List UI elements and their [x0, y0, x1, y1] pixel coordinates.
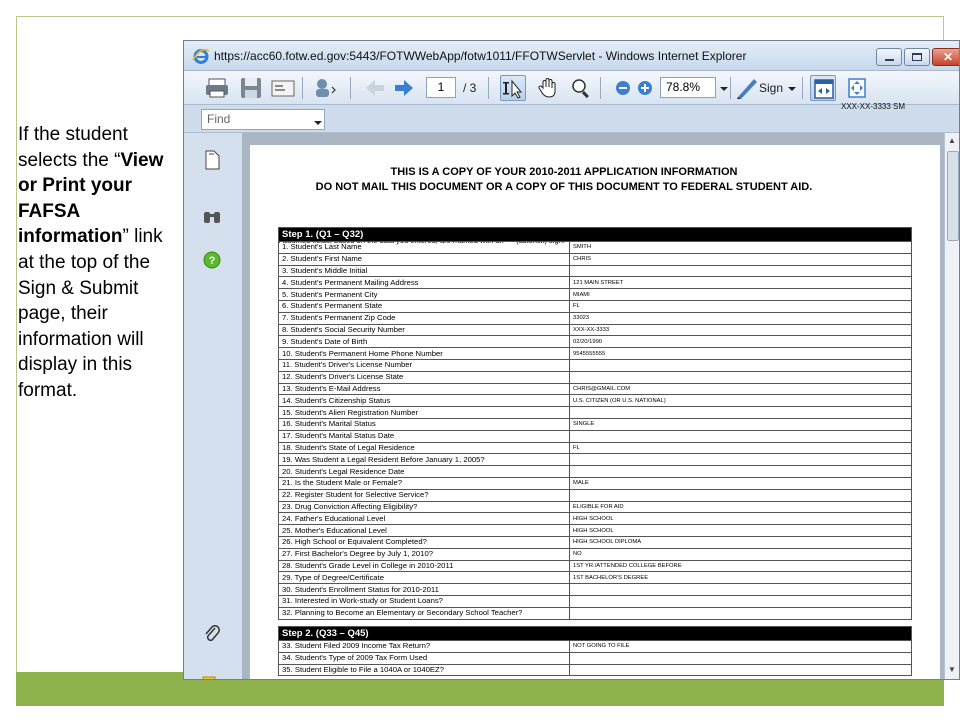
- toolbar-separator: [730, 77, 731, 99]
- save-icon[interactable]: [238, 75, 264, 101]
- zoom-dropdown-arrow-icon[interactable]: [718, 75, 730, 101]
- navigation-panel: ?: [184, 133, 242, 679]
- slide-caption: If the student selects the “View or Prin…: [18, 122, 180, 404]
- toolbar-separator: [302, 77, 303, 99]
- zoom-level-field[interactable]: 78.8%: [660, 77, 716, 98]
- pdf-page: [250, 145, 940, 679]
- comments-icon[interactable]: [201, 673, 223, 679]
- sign-dropdown-arrow-icon[interactable]: [787, 75, 797, 101]
- close-button[interactable]: ✕: [932, 48, 959, 66]
- zoom-tool-icon[interactable]: [568, 75, 594, 101]
- page-total: / 3: [463, 81, 477, 95]
- find-bar: Find: [184, 105, 959, 133]
- collaborate-icon[interactable]: [312, 75, 338, 101]
- fit-width-icon[interactable]: [810, 75, 836, 101]
- print-icon[interactable]: [204, 75, 230, 101]
- caption-text-end: ” link at the top of the Sign & Submit p…: [18, 226, 163, 401]
- scroll-up-arrow-icon[interactable]: ▲: [948, 136, 956, 145]
- find-input[interactable]: Find: [201, 109, 325, 130]
- minimize-button[interactable]: [876, 48, 902, 66]
- next-page-icon[interactable]: [391, 75, 417, 101]
- document-view[interactable]: [242, 133, 944, 679]
- attachment-paperclip-icon[interactable]: [201, 623, 223, 645]
- zoom-in-icon[interactable]: [632, 75, 658, 101]
- toolbar-separator: [600, 77, 601, 99]
- previous-page-icon[interactable]: [362, 75, 388, 101]
- title-bar: https://acc60.fotw.ed.gov:5443/FOTWWebAp…: [184, 41, 959, 71]
- maximize-button[interactable]: [904, 48, 930, 66]
- pages-icon[interactable]: [201, 149, 223, 171]
- hand-tool-icon[interactable]: [536, 75, 562, 101]
- window-title: https://acc60.fotw.ed.gov:5443/FOTWWebAp…: [214, 49, 747, 63]
- svg-text:?: ?: [209, 255, 216, 267]
- sign-menu-label[interactable]: Sign: [759, 81, 783, 95]
- email-icon[interactable]: [270, 75, 296, 101]
- scroll-down-arrow-icon[interactable]: ▼: [948, 665, 956, 674]
- find-dropdown-arrow-icon[interactable]: [314, 114, 322, 132]
- toolbar-separator: [802, 77, 803, 99]
- page-number-input[interactable]: 1: [426, 77, 456, 98]
- binoculars-icon[interactable]: [201, 205, 223, 227]
- fit-page-icon[interactable]: [844, 75, 870, 101]
- scroll-thumb[interactable]: [947, 151, 959, 241]
- select-tool-icon[interactable]: [500, 75, 526, 101]
- caption-text-start: If the student selects the “: [18, 124, 128, 171]
- browser-window: https://acc60.fotw.ed.gov:5443/FOTWWebAp…: [183, 40, 960, 680]
- internet-explorer-icon: [192, 48, 210, 64]
- vertical-scrollbar[interactable]: ▲ ▼: [944, 133, 959, 679]
- toolbar-separator: [488, 77, 489, 99]
- help-icon[interactable]: ?: [201, 249, 223, 271]
- pdf-toolbar: 1 / 3 78.8% Sign: [184, 71, 959, 105]
- toolbar-separator: [350, 77, 351, 99]
- sign-pen-icon[interactable]: [734, 75, 760, 101]
